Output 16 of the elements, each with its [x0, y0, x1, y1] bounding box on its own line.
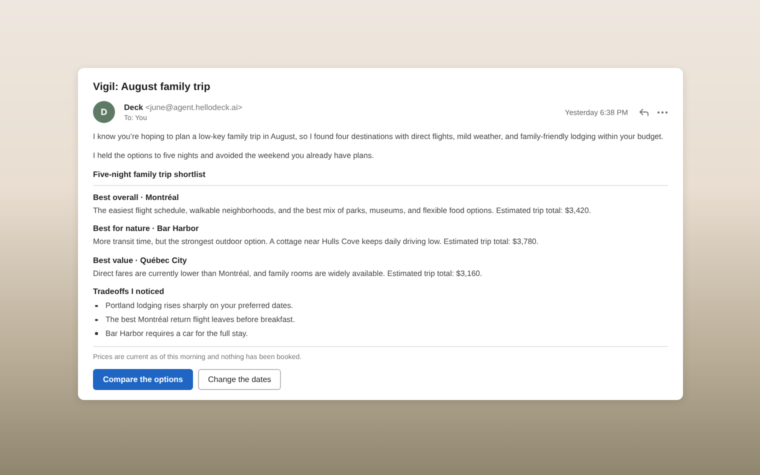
- bullet-icon: [95, 332, 98, 335]
- section-heading: Tradeoffs I noticed: [93, 287, 166, 296]
- section-heading: Five-night family trip shortlist: [93, 170, 206, 179]
- avatar: D: [93, 101, 115, 123]
- sender-address: <june@agent.hellodeck.ai>: [145, 102, 242, 112]
- sender-name: Deck: [124, 102, 144, 112]
- more-icon[interactable]: [657, 110, 668, 114]
- secondary-button[interactable]: Change the dates: [198, 369, 282, 390]
- option-title: Best overall · Montréal: [93, 192, 180, 202]
- reply-icon[interactable]: [639, 108, 649, 116]
- bullet-icon: [95, 318, 98, 322]
- option-title: Best for nature · Bar Harbor: [93, 224, 200, 234]
- email-subject: Vigil: August family trip: [93, 81, 212, 93]
- option-title: Best value · Québec City: [93, 256, 188, 265]
- bullet-icon: [95, 304, 98, 308]
- primary-button[interactable]: Compare the options: [93, 369, 194, 390]
